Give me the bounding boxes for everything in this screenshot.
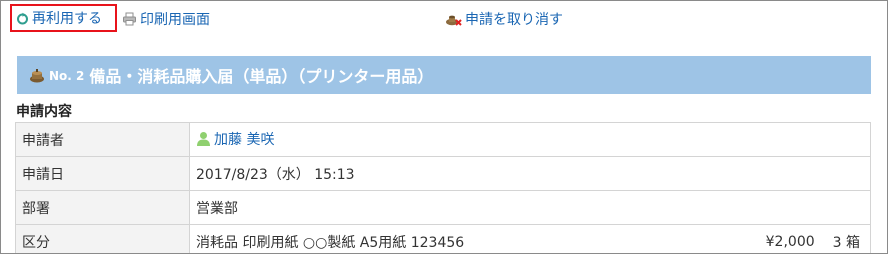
form-pot-icon bbox=[29, 68, 45, 83]
form-number: No. 2 bbox=[49, 69, 85, 83]
reuse-button[interactable]: 再利用する bbox=[10, 4, 117, 32]
recycle-icon bbox=[16, 12, 29, 25]
applicant-link[interactable]: 加藤 美咲 bbox=[196, 129, 274, 149]
field-label: 区分 bbox=[15, 224, 190, 253]
cancel-application-icon bbox=[445, 12, 462, 27]
printer-icon bbox=[122, 12, 137, 26]
print-view-link[interactable]: 印刷用画面 bbox=[122, 9, 210, 29]
toolbar: 再利用する 印刷用画面 申請を取り消す bbox=[1, 1, 887, 37]
table-row-date: 申請日 2017/8/23（水） 15:13 bbox=[15, 156, 871, 191]
table-row-category: 区分 消耗品 印刷用紙 ○○製紙 A5用紙 123456 ¥2,000 3 箱 bbox=[15, 224, 871, 253]
user-icon bbox=[196, 131, 211, 147]
cancel-application-label: 申請を取り消す bbox=[465, 12, 563, 28]
category-item: 消耗品 印刷用紙 ○○製紙 A5用紙 123456 bbox=[196, 234, 465, 251]
field-value: 2017/8/23（水） 15:13 bbox=[189, 156, 871, 191]
section-heading: 申請内容 bbox=[16, 104, 72, 120]
field-value: 加藤 美咲 bbox=[189, 122, 871, 157]
print-view-label: 印刷用画面 bbox=[140, 12, 210, 28]
reuse-label: 再利用する bbox=[32, 11, 102, 27]
category-price: ¥2,000 bbox=[765, 233, 815, 250]
applicant-name: 加藤 美咲 bbox=[214, 131, 275, 148]
table-row-department: 部署 営業部 bbox=[15, 190, 871, 225]
form-title: 備品・消耗品購入届（単品）（プリンター用品） bbox=[89, 67, 434, 86]
field-label: 部署 bbox=[15, 190, 190, 225]
category-line: 消耗品 印刷用紙 ○○製紙 A5用紙 123456 ¥2,000 3 箱 bbox=[196, 232, 864, 252]
cancel-application-link[interactable]: 申請を取り消す bbox=[445, 9, 563, 29]
application-detail-table: 申請者 加藤 美咲 申請日 2017/8/23（水） 15:13 部署 営業部 … bbox=[15, 122, 871, 253]
field-label: 申請者 bbox=[15, 122, 190, 157]
field-value: 消耗品 印刷用紙 ○○製紙 A5用紙 123456 ¥2,000 3 箱 bbox=[189, 224, 871, 253]
field-label: 申請日 bbox=[15, 156, 190, 191]
field-value: 営業部 bbox=[189, 190, 871, 225]
form-title-bar: No. 2 備品・消耗品購入届（単品）（プリンター用品） bbox=[17, 56, 871, 94]
application-detail-window: 再利用する 印刷用画面 申請を取り消す No. 2 備品・消耗品購入届（単品）（… bbox=[0, 0, 888, 254]
category-quantity: 3 箱 bbox=[832, 234, 860, 251]
table-row-applicant: 申請者 加藤 美咲 bbox=[15, 122, 871, 157]
